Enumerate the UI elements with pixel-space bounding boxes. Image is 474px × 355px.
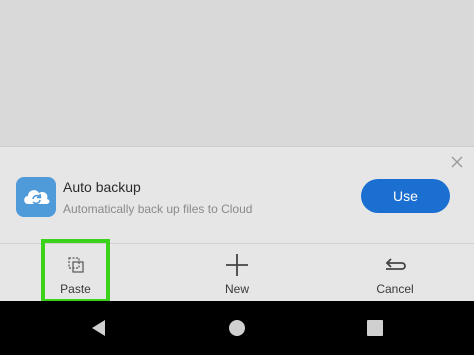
back-triangle-icon[interactable] xyxy=(90,319,108,337)
banner-subtitle: Automatically back up files to Cloud xyxy=(63,202,253,216)
auto-backup-banner: Auto backup Automatically back up files … xyxy=(0,146,474,243)
use-button[interactable]: Use xyxy=(361,179,450,213)
undo-arrow-icon xyxy=(382,252,408,278)
paste-button[interactable]: Paste xyxy=(41,239,110,303)
close-icon[interactable] xyxy=(450,155,464,169)
paste-icon xyxy=(63,252,89,278)
recents-square-icon[interactable] xyxy=(366,319,384,337)
home-circle-icon[interactable] xyxy=(228,319,246,337)
cloud-sync-icon xyxy=(16,177,56,217)
plus-icon xyxy=(224,252,250,278)
cancel-button[interactable]: Cancel xyxy=(364,244,426,302)
android-nav-bar xyxy=(0,301,474,355)
bottom-toolbar: Paste New Cancel xyxy=(0,239,474,303)
content-area xyxy=(0,0,474,146)
paste-label: Paste xyxy=(60,282,91,296)
banner-title: Auto backup xyxy=(63,179,141,195)
screen: Auto backup Automatically back up files … xyxy=(0,0,474,355)
new-label: New xyxy=(224,282,249,296)
new-button[interactable]: New xyxy=(207,244,267,302)
cancel-label: Cancel xyxy=(376,282,414,296)
